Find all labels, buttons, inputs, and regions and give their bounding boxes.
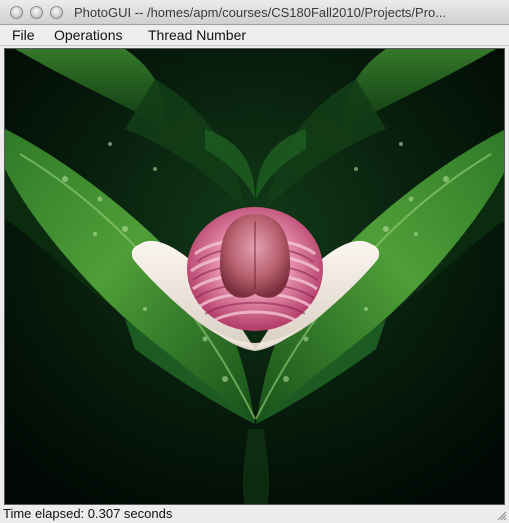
- close-window-icon[interactable]: [10, 6, 23, 19]
- resize-grip-icon[interactable]: [495, 509, 507, 521]
- photo-canvas: [4, 48, 505, 505]
- menu-operations[interactable]: Operations: [54, 27, 122, 43]
- menu-bar: File Operations Thread Number: [0, 25, 509, 46]
- window-title: PhotoGUI -- /homes/apm/courses/CS180Fall…: [74, 5, 447, 20]
- app-window: PhotoGUI -- /homes/apm/courses/CS180Fall…: [0, 0, 509, 523]
- minimize-window-icon[interactable]: [30, 6, 43, 19]
- time-elapsed-label: Time elapsed: 0.307 seconds: [3, 506, 173, 521]
- title-bar[interactable]: PhotoGUI -- /homes/apm/courses/CS180Fall…: [0, 0, 509, 25]
- photo-image: [5, 49, 504, 504]
- menu-thread-number[interactable]: Thread Number: [148, 27, 246, 43]
- menu-file[interactable]: File: [12, 27, 35, 43]
- zoom-window-icon[interactable]: [50, 6, 63, 19]
- status-bar: Time elapsed: 0.307 seconds: [0, 505, 509, 523]
